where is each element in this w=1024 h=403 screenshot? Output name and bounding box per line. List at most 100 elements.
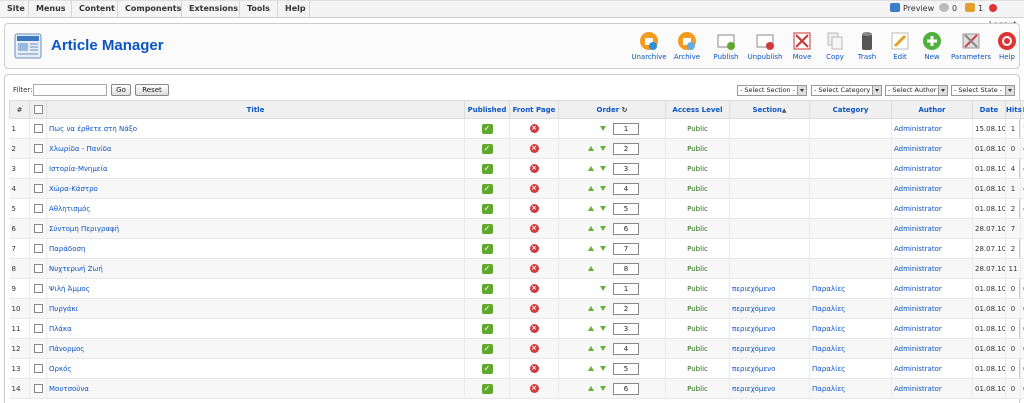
access-level[interactable]: Public [665,258,730,279]
frontpage-x-icon[interactable]: × [529,164,539,173]
published-check-icon[interactable]: ✓ [481,223,493,234]
row-checkbox[interactable] [33,364,43,373]
select-all-checkbox[interactable] [33,105,43,114]
publish-button[interactable]: Publish [708,31,744,65]
move-down-icon[interactable] [600,346,606,351]
published-check-icon[interactable]: ✓ [481,163,493,174]
row-checkbox[interactable] [33,304,43,313]
move-up-icon[interactable] [588,366,594,371]
col-date[interactable]: Date [972,100,1006,119]
preview-link[interactable]: Preview [890,1,934,18]
author-link[interactable]: Administrator [891,118,973,139]
section-link[interactable] [729,258,810,279]
new-button[interactable]: New [919,31,945,65]
order-input[interactable]: 6 [613,222,639,235]
order-input[interactable]: 3 [613,162,639,175]
go-button[interactable]: Go [111,84,131,96]
article-title-link[interactable]: Αθλητισμός [46,198,465,219]
state-select[interactable]: - Select State - [951,85,1015,96]
published-check-icon[interactable]: ✓ [481,143,493,154]
published-check-icon[interactable]: ✓ [481,363,493,374]
section-link[interactable]: περιεχόμενο [729,318,810,339]
section-link[interactable]: περιεχόμενο [729,298,810,319]
article-title-link[interactable]: Ψιλή Άμμος [46,278,465,299]
row-checkbox[interactable] [33,344,43,353]
frontpage-x-icon[interactable]: × [529,184,539,193]
author-link[interactable]: Administrator [891,198,973,219]
order-input[interactable]: 1 [613,282,639,295]
author-link[interactable]: Administrator [891,338,973,359]
published-check-icon[interactable]: ✓ [481,303,493,314]
col-author[interactable]: Author [891,100,973,119]
move-down-icon[interactable] [600,326,606,331]
row-checkbox[interactable] [33,124,43,133]
row-checkbox[interactable] [33,204,43,213]
published-check-icon[interactable]: ✓ [481,343,493,354]
menu-tools[interactable]: Tools [240,1,278,18]
move-up-icon[interactable] [588,266,594,271]
frontpage-x-icon[interactable]: × [529,384,539,393]
section-link[interactable] [729,158,810,179]
access-level[interactable]: Public [665,198,730,219]
menu-help[interactable]: Help [278,1,310,18]
article-title-link[interactable]: Χλωρίδα - Πανίδα [46,138,465,159]
section-link[interactable]: περιεχόμενο [729,278,810,299]
move-up-icon[interactable] [588,206,594,211]
move-down-icon[interactable] [600,286,606,291]
move-down-icon[interactable] [600,226,606,231]
move-up-icon[interactable] [588,146,594,151]
row-checkbox[interactable] [33,164,43,173]
menu-site[interactable]: Site [0,1,29,18]
save-order-icon[interactable]: ↻ [622,106,628,114]
order-input[interactable]: 5 [613,202,639,215]
section-link[interactable] [729,238,810,259]
category-link[interactable]: Παραλίες [809,318,892,339]
author-link[interactable]: Administrator [891,218,973,239]
category-link[interactable] [809,218,892,239]
article-title-link[interactable]: Ορκός [46,358,465,379]
article-title-link[interactable]: Παράδοση [46,238,465,259]
author-link[interactable]: Administrator [891,158,973,179]
row-checkbox[interactable] [33,284,43,293]
article-title-link[interactable]: Σύντομη Περιγραφή [46,218,465,239]
move-button[interactable]: Move [788,31,816,65]
move-down-icon[interactable] [600,246,606,251]
order-input[interactable]: 6 [613,382,639,395]
frontpage-x-icon[interactable]: × [529,204,539,213]
author-link[interactable]: Administrator [891,378,973,399]
move-up-icon[interactable] [588,386,594,391]
col-category[interactable]: Category [809,100,892,119]
published-check-icon[interactable]: ✓ [481,383,493,394]
row-checkbox[interactable] [33,144,43,153]
frontpage-x-icon[interactable]: × [529,304,539,313]
order-input[interactable]: 5 [613,362,639,375]
author-link[interactable]: Administrator [891,238,973,259]
move-up-icon[interactable] [588,306,594,311]
frontpage-x-icon[interactable]: × [529,324,539,333]
move-up-icon[interactable] [588,326,594,331]
article-title-link[interactable]: Πλάκα [46,318,465,339]
move-down-icon[interactable] [600,166,606,171]
category-link[interactable]: Παραλίες [809,338,892,359]
row-checkbox[interactable] [33,264,43,273]
col-access[interactable]: Access Level [665,100,730,119]
order-input[interactable]: 4 [613,342,639,355]
frontpage-x-icon[interactable]: × [529,244,539,253]
move-down-icon[interactable] [600,126,606,131]
row-checkbox[interactable] [33,324,43,333]
row-checkbox[interactable] [33,184,43,193]
author-link[interactable]: Administrator [891,358,973,379]
move-up-icon[interactable] [588,226,594,231]
move-down-icon[interactable] [600,366,606,371]
unarchive-button[interactable]: Unarchive [629,31,669,65]
category-select[interactable]: - Select Category - [811,85,882,96]
order-input[interactable]: 8 [613,262,639,275]
menu-menus[interactable]: Menus [29,1,72,18]
col-published[interactable]: Published [464,100,510,119]
published-check-icon[interactable]: ✓ [481,323,493,334]
move-up-icon[interactable] [588,186,594,191]
published-check-icon[interactable]: ✓ [481,203,493,214]
access-level[interactable]: Public [665,338,730,359]
move-up-icon[interactable] [588,166,594,171]
move-up-icon[interactable] [588,246,594,251]
